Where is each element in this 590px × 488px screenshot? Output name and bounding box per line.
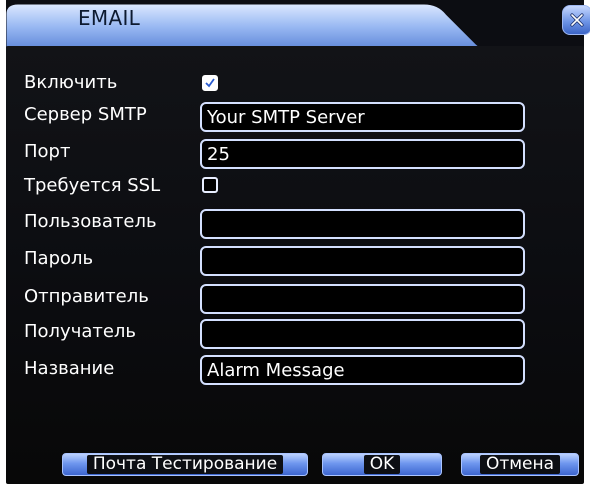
test-email-button[interactable]: Почта Тестирование	[62, 453, 308, 476]
sender-label: Отправитель	[24, 286, 149, 307]
port-field[interactable]: 25	[200, 139, 525, 169]
ssl-checkbox[interactable]	[202, 177, 218, 193]
checkmark-icon	[205, 78, 215, 88]
smtp-server-label: Сервер SMTP	[24, 104, 147, 125]
enable-checkbox[interactable]	[202, 75, 218, 91]
cancel-button[interactable]: Отмена	[461, 453, 579, 476]
subject-field[interactable]: Alarm Message	[200, 355, 525, 385]
title-bar: EMAIL	[6, 0, 590, 50]
recipient-field[interactable]	[200, 319, 525, 349]
user-label: Пользователь	[24, 211, 157, 232]
smtp-server-field[interactable]: Your SMTP Server	[200, 102, 525, 132]
close-button[interactable]	[562, 5, 590, 35]
sender-field[interactable]	[200, 284, 525, 314]
ok-button[interactable]: OK	[322, 453, 442, 476]
close-icon	[570, 13, 584, 27]
cancel-button-label: Отмена	[479, 455, 561, 474]
port-label: Порт	[24, 141, 71, 162]
dialog-title: EMAIL	[78, 6, 141, 30]
ok-button-label: OK	[363, 455, 401, 474]
recipient-label: Получатель	[24, 321, 137, 342]
test-email-button-label: Почта Тестирование	[86, 455, 284, 474]
email-dialog: EMAIL Включить Сервер SMTP Your SMTP Ser…	[0, 0, 590, 488]
user-field[interactable]	[200, 209, 525, 239]
password-field[interactable]	[200, 246, 525, 276]
ssl-label: Требуется SSL	[24, 175, 161, 196]
enable-label: Включить	[24, 72, 118, 93]
subject-label: Название	[24, 358, 115, 379]
password-label: Пароль	[24, 248, 94, 269]
